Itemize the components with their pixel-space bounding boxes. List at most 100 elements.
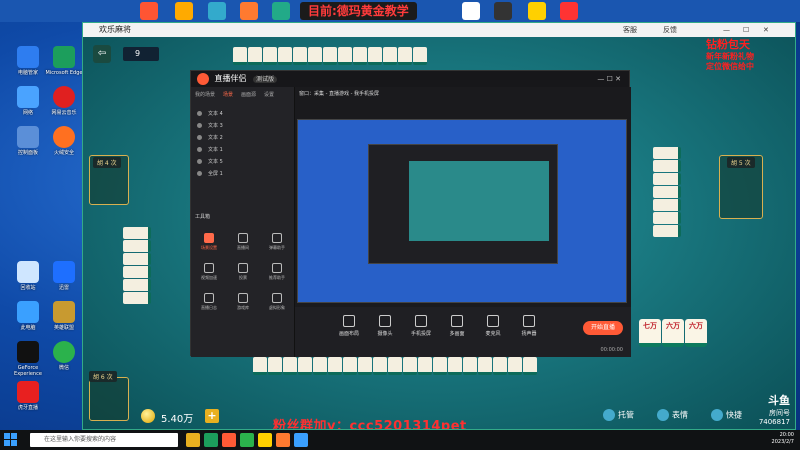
go-live-button[interactable]: 开始直播	[583, 321, 623, 335]
shield-icon	[17, 46, 39, 68]
scene-list: 文本 4 文本 3 文本 2 文本 1 文本 5 全屏 1	[191, 108, 294, 180]
windows-taskbar: 在这里输入你要搜索的内容 20:00 2023/2/7	[0, 430, 800, 450]
camera-icon	[379, 315, 391, 327]
fire-icon	[53, 126, 75, 148]
scene-item[interactable]: 全屏 1	[191, 168, 294, 180]
app-icon[interactable]	[140, 2, 158, 20]
close-icon[interactable]: ✕	[763, 23, 769, 37]
multi-view-button[interactable]: 多画面	[443, 315, 471, 337]
app-icon[interactable]	[494, 2, 512, 20]
add-coins-button[interactable]: +	[205, 409, 219, 423]
tile: 六万	[662, 319, 684, 347]
right-meld: 七万 六万 六万	[639, 319, 707, 347]
app-icon[interactable]	[462, 2, 480, 20]
desktop-icon[interactable]: 火绒安全	[42, 126, 86, 156]
opponent-top-hand	[233, 47, 427, 65]
taskbar-clock[interactable]: 20:00 2023/2/7	[772, 432, 794, 446]
tool-button[interactable]: 场景设置	[195, 233, 223, 251]
tool-button[interactable]: 直播日志	[195, 293, 223, 311]
speaker-icon	[523, 315, 535, 327]
app-icon[interactable]	[528, 2, 546, 20]
chrome-icon[interactable]	[258, 433, 272, 447]
eye-icon[interactable]	[197, 147, 202, 152]
thunder-icon	[53, 261, 75, 283]
layout-button[interactable]: 画面布局	[335, 315, 363, 337]
streaming-app-window[interactable]: 直播伴侣 测试版 — ☐ ✕ 我的场景 场景 画面源 设置 文本 4 文本 3 …	[190, 70, 631, 357]
app-icon[interactable]	[294, 433, 308, 447]
wechat-icon[interactable]	[240, 433, 254, 447]
tool-button[interactable]: 游戏库	[229, 293, 257, 311]
folder-icon[interactable]	[186, 433, 200, 447]
left-discard-column	[123, 227, 183, 337]
quick-chat-button[interactable]: 快捷	[711, 409, 742, 421]
speaker-button[interactable]: 扬声器	[515, 315, 543, 337]
side-tab[interactable]: 画面源	[241, 91, 256, 98]
eye-icon[interactable]	[197, 111, 202, 116]
side-tabs: 我的场景 场景 画面源 设置	[191, 87, 294, 102]
layout-icon	[343, 315, 355, 327]
edge-icon[interactable]	[204, 433, 218, 447]
app-icon[interactable]	[560, 2, 578, 20]
desktop-icon[interactable]: 虎牙直播	[6, 381, 50, 411]
maximize-icon[interactable]: ☐	[743, 23, 749, 37]
game-icon[interactable]	[276, 433, 290, 447]
side-tab-active[interactable]: 场景	[223, 91, 233, 98]
tool-button[interactable]: 推荐助手	[263, 263, 291, 281]
game-title: 欢乐麻将	[99, 25, 131, 34]
desktop-icon[interactable]: Microsoft Edge	[42, 46, 86, 76]
eye-icon[interactable]	[197, 159, 202, 164]
phone-icon	[415, 315, 427, 327]
version-badge: 测试版	[253, 76, 278, 83]
top-taskbar-strip: 目前:德玛黄金教学	[0, 0, 800, 22]
scene-item[interactable]: 文本 4	[191, 108, 294, 120]
eye-icon[interactable]	[197, 171, 202, 176]
feedback-button[interactable]: 反馈	[663, 23, 677, 37]
scene-item[interactable]: 文本 1	[191, 144, 294, 156]
side-tab[interactable]: 设置	[264, 91, 274, 98]
game-titlebar: 欢乐麻将 客服 反馈 — ☐ ✕	[83, 23, 795, 37]
tool-button[interactable]: 虚拟形象	[263, 293, 291, 311]
streamer-banner: 目前:德玛黄金教学	[300, 2, 417, 20]
side-tab[interactable]: 我的场景	[195, 91, 215, 98]
tool-button[interactable]: 弹幕助手	[263, 233, 291, 251]
trustee-button[interactable]: 托管	[603, 409, 634, 421]
recycle-bin-icon	[17, 261, 39, 283]
control-panel-icon	[17, 126, 39, 148]
microphone-button[interactable]: 麦克风	[479, 315, 507, 337]
tool-button[interactable]: 视频加速	[195, 263, 223, 281]
eye-icon[interactable]	[197, 123, 202, 128]
desktop-icon[interactable]: 迅雷	[42, 261, 86, 291]
huya-icon	[17, 381, 39, 403]
desktop-icon[interactable]: 微信	[42, 341, 86, 371]
camera-button[interactable]: 摄像头	[371, 315, 399, 337]
scene-item[interactable]: 文本 2	[191, 132, 294, 144]
player-bottom[interactable]	[89, 377, 129, 421]
windows-start-icon[interactable]	[4, 433, 18, 447]
emoji-button[interactable]: 表情	[657, 409, 688, 421]
app-icon[interactable]	[175, 2, 193, 20]
stream-preview[interactable]	[297, 119, 627, 303]
app-icon[interactable]	[240, 2, 258, 20]
tool-button[interactable]: 直播间	[229, 233, 257, 251]
phone-cast-button[interactable]: 手机投屏	[407, 315, 435, 337]
tool-button[interactable]: 投票	[229, 263, 257, 281]
right-discard-column	[653, 147, 713, 257]
scene-item[interactable]: 文本 3	[191, 120, 294, 132]
desktop-icon[interactable]: 网易云音乐	[42, 86, 86, 116]
taskbar-search-input[interactable]: 在这里输入你要搜索的内容	[30, 433, 178, 447]
scene-settings-icon	[204, 233, 214, 243]
window-controls[interactable]: — ☐ ✕	[597, 71, 621, 87]
desktop-icon[interactable]: 英雄联盟	[42, 301, 86, 331]
promo-overlay: 钻粉包天 新年新粉礼物 定位微信给中	[706, 38, 754, 71]
exit-icon[interactable]: ⇦	[93, 45, 111, 63]
danmaku-icon	[272, 233, 282, 243]
minimize-icon[interactable]: —	[723, 23, 730, 37]
edge-icon	[53, 46, 75, 68]
live-app-icon[interactable]	[222, 433, 236, 447]
app-icon[interactable]	[208, 2, 226, 20]
app-icon[interactable]	[272, 2, 290, 20]
eye-icon[interactable]	[197, 135, 202, 140]
scene-item[interactable]: 文本 5	[191, 156, 294, 168]
service-button[interactable]: 客服	[623, 23, 637, 37]
speed-icon	[204, 263, 214, 273]
